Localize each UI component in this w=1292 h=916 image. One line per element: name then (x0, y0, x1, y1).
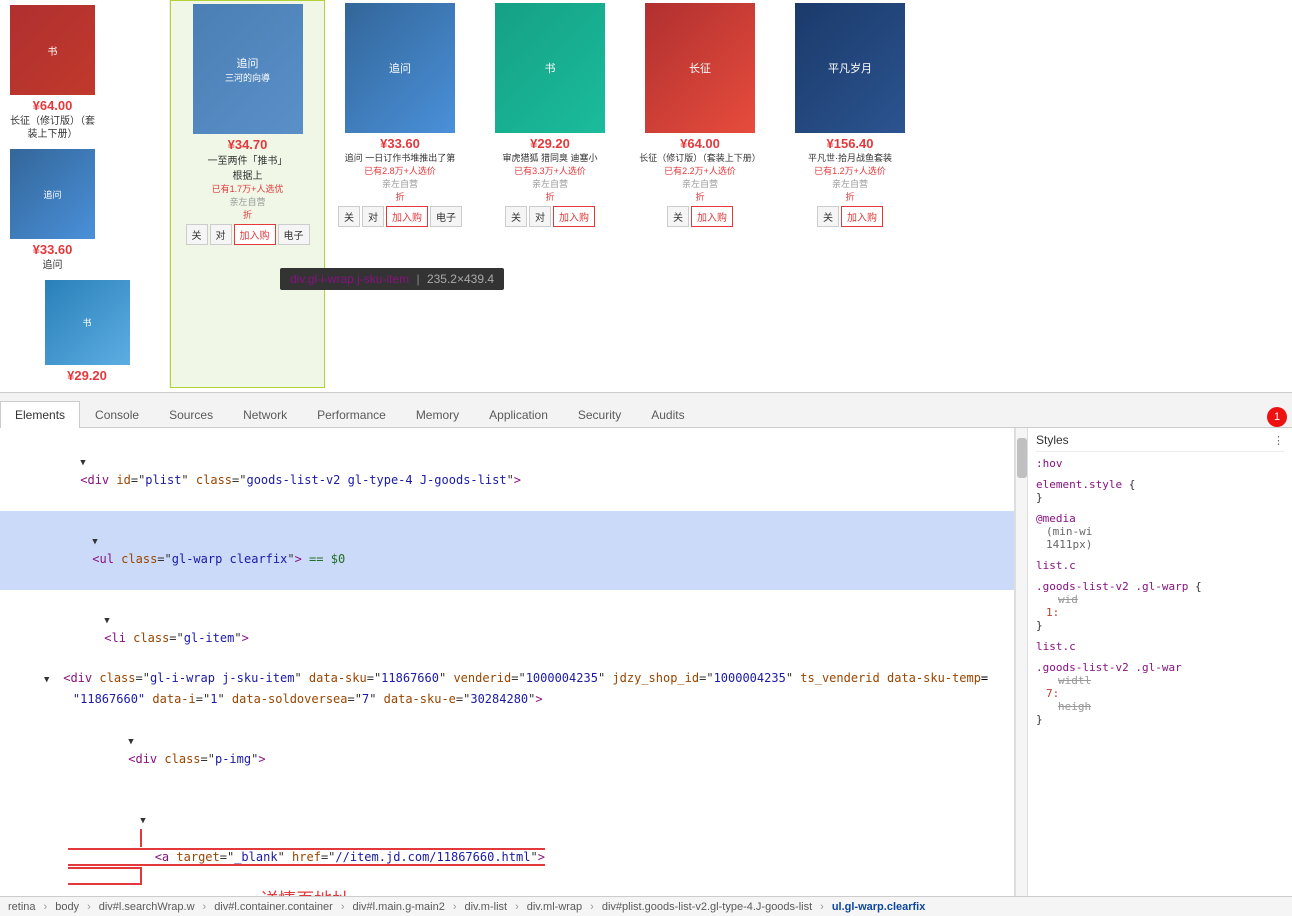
html-line[interactable]: "11867660" data-i="1" data-soldoversea="… (0, 689, 1014, 710)
tab-performance[interactable]: Performance (302, 401, 401, 428)
scroll-thumb[interactable] (1017, 438, 1027, 478)
tab-console[interactable]: Console (80, 401, 154, 428)
price-2: ¥33.60 (33, 242, 73, 257)
html-line[interactable]: <a target="_blank" href="//item.jd.com/1… (0, 789, 1014, 896)
style-rule: element.style { } (1036, 478, 1284, 504)
compare-btn-2[interactable]: 对 (362, 206, 384, 227)
title-1: 长征（修订版）（套装上下册） (10, 115, 95, 141)
error-badge: 1 (1267, 407, 1287, 427)
scrollbar[interactable] (1015, 428, 1027, 896)
styles-title: Styles (1036, 433, 1069, 447)
breadcrumb-glwarp[interactable]: ul.gl-warp.clearfix (832, 901, 926, 913)
annotation-detail-page: 详情页地址 (260, 890, 350, 896)
tab-security[interactable]: Security (563, 401, 636, 428)
tab-network[interactable]: Network (228, 401, 302, 428)
breadcrumb-container[interactable]: div#l.container.container (214, 901, 333, 913)
style-rule: .goods-list-v2 .gl-war widtl 7: heigh } (1036, 661, 1284, 726)
breadcrumb-mlwrap[interactable]: div.ml-wrap (527, 901, 582, 913)
cart-btn-3[interactable]: 加入购 (553, 206, 595, 227)
styles-header: Styles ⋮ (1036, 433, 1284, 452)
breadcrumb-retina[interactable]: retina (8, 901, 36, 913)
ebook-btn[interactable]: 电子 (278, 224, 310, 245)
tab-memory[interactable]: Memory (401, 401, 474, 428)
collect-btn-3[interactable]: 关 (505, 206, 527, 227)
style-rule: list.c (1036, 559, 1284, 572)
styles-options: ⋮ (1273, 434, 1284, 447)
style-rule: @media (min-wi 1411px) (1036, 512, 1284, 551)
devtools-tabs: Elements Console Sources Network Perform… (0, 393, 1292, 428)
compare-btn-3[interactable]: 对 (529, 206, 551, 227)
cart-btn[interactable]: 加入购 (234, 224, 276, 245)
arrow[interactable] (44, 669, 56, 688)
element-tooltip: div.gl-i-wrap.j-sku-item | 235.2×439.4 (280, 268, 504, 290)
cart-btn-5[interactable]: 加入购 (841, 206, 883, 227)
tab-sources[interactable]: Sources (154, 401, 228, 428)
collect-btn-2[interactable]: 关 (338, 206, 360, 227)
tab-application[interactable]: Application (474, 401, 563, 428)
devtools-panel: Elements Console Sources Network Perform… (0, 393, 1292, 916)
collect-btn-5[interactable]: 关 (817, 206, 839, 227)
cart-btn-2[interactable]: 加入购 (386, 206, 428, 227)
style-rule: list.c (1036, 640, 1284, 653)
ebook-btn-2[interactable]: 电子 (430, 206, 462, 227)
styles-panel: Styles ⋮ :hov element.style { } @media (… (1027, 428, 1292, 896)
arrow[interactable] (104, 610, 116, 629)
style-rule: :hov (1036, 457, 1284, 470)
html-line[interactable]: <ul class="gl-warp clearfix"> == $0 (0, 511, 1014, 590)
breadcrumb-main[interactable]: div#l.main.g-main2 (353, 901, 445, 913)
breadcrumb-mlist[interactable]: div.m-list (465, 901, 508, 913)
breadcrumb-searchwrap[interactable]: div#l.searchWrap.w (99, 901, 195, 913)
style-rule: .goods-list-v2 .gl-warp { wid 1: } (1036, 580, 1284, 632)
html-line[interactable]: <li class="gl-item"> (0, 590, 1014, 669)
html-line[interactable]: <div class="gl-i-wrap j-sku-item" data-s… (0, 668, 1014, 689)
breadcrumb-plist[interactable]: div#plist.goods-list-v2.gl-type-4.J-good… (602, 901, 812, 913)
breadcrumb-bar: retina › body › div#l.searchWrap.w › div… (0, 896, 1292, 916)
arrow[interactable] (92, 531, 104, 550)
html-tree-panel[interactable]: <div id="plist" class="goods-list-v2 gl-… (0, 428, 1015, 896)
tab-audits[interactable]: Audits (636, 401, 699, 428)
collect-btn[interactable]: 关 (186, 224, 208, 245)
arrow[interactable] (140, 810, 152, 829)
collect-btn-4[interactable]: 关 (667, 206, 689, 227)
webpage-preview: 书 ¥64.00 长征（修订版）（套装上下册） 追问 ¥33.60 追问 (0, 0, 1292, 393)
title-2: 追问 (10, 259, 95, 272)
arrow[interactable] (128, 731, 140, 750)
price-1: ¥64.00 (33, 98, 73, 113)
arrow[interactable] (80, 452, 92, 471)
html-line[interactable]: <div id="plist" class="goods-list-v2 gl-… (0, 432, 1014, 511)
breadcrumb-body[interactable]: body (55, 901, 79, 913)
cart-btn-4[interactable]: 加入购 (691, 206, 733, 227)
tab-elements[interactable]: Elements (0, 401, 80, 428)
html-line[interactable]: <div class="p-img"> (0, 711, 1014, 790)
compare-btn[interactable]: 对 (210, 224, 232, 245)
